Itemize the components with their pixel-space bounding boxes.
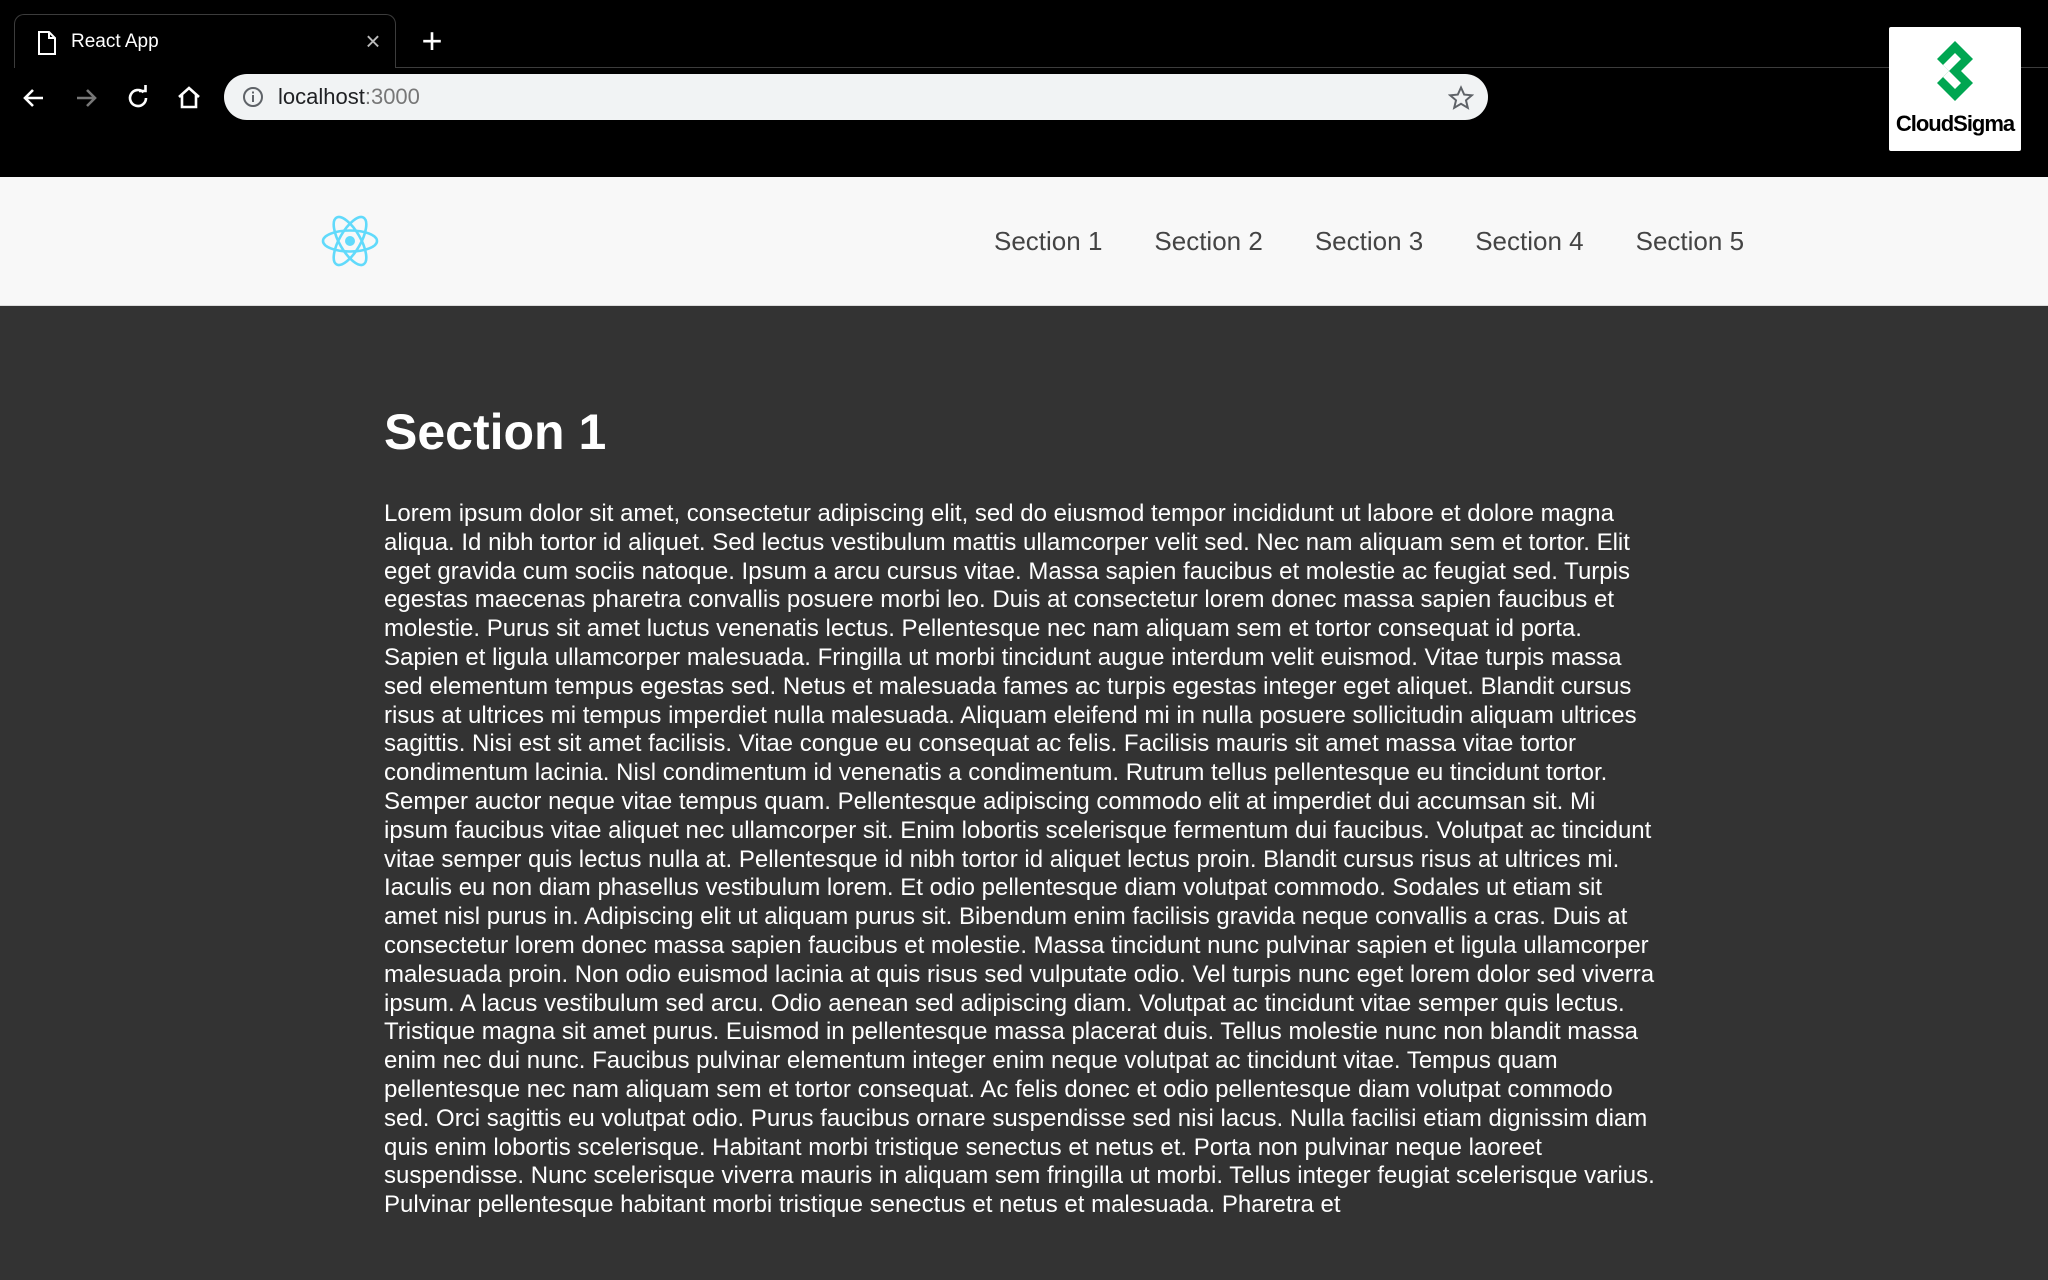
back-arrow-icon[interactable]	[18, 82, 50, 114]
nav-section-1[interactable]: Section 1	[994, 226, 1102, 256]
browser-tab[interactable]: React App ×	[14, 14, 396, 68]
reload-icon[interactable]	[122, 82, 154, 114]
address-bar[interactable]: localhost:3000	[224, 74, 1488, 120]
app-header: Section 1 Section 2 Section 3 Section 4 …	[0, 177, 2048, 306]
forward-arrow-icon[interactable]	[70, 82, 102, 114]
star-icon[interactable]	[1447, 85, 1475, 111]
url-text: localhost:3000	[278, 84, 420, 109]
page-icon	[37, 31, 57, 55]
tab-title: React App	[71, 31, 159, 52]
browser-chrome: React App × + localhost:3000 CloudSigma	[0, 0, 2048, 177]
cloudsigma-logo-icon	[1923, 39, 1987, 103]
home-icon[interactable]	[173, 82, 205, 114]
nav-section-3[interactable]: Section 3	[1315, 226, 1423, 256]
close-icon[interactable]: ×	[361, 28, 385, 54]
main-content: Section 1 Lorem ipsum dolor sit amet, co…	[384, 402, 1660, 1220]
cloudsigma-logo-text: CloudSigma	[1895, 111, 2015, 136]
tab-strip-divider	[396, 67, 2048, 68]
section-body: Lorem ipsum dolor sit amet, consectetur …	[384, 500, 1655, 1219]
nav-section-2[interactable]: Section 2	[1154, 226, 1262, 256]
info-icon[interactable]	[242, 86, 264, 108]
react-logo-icon[interactable]	[320, 213, 380, 269]
main-nav: Section 1 Section 2 Section 3 Section 4 …	[994, 226, 1796, 256]
nav-section-5[interactable]: Section 5	[1636, 226, 1744, 256]
nav-section-4[interactable]: Section 4	[1475, 226, 1583, 256]
section-title: Section 1	[384, 404, 607, 460]
plus-icon[interactable]: +	[416, 23, 448, 59]
cloudsigma-badge: CloudSigma	[1889, 27, 2021, 151]
